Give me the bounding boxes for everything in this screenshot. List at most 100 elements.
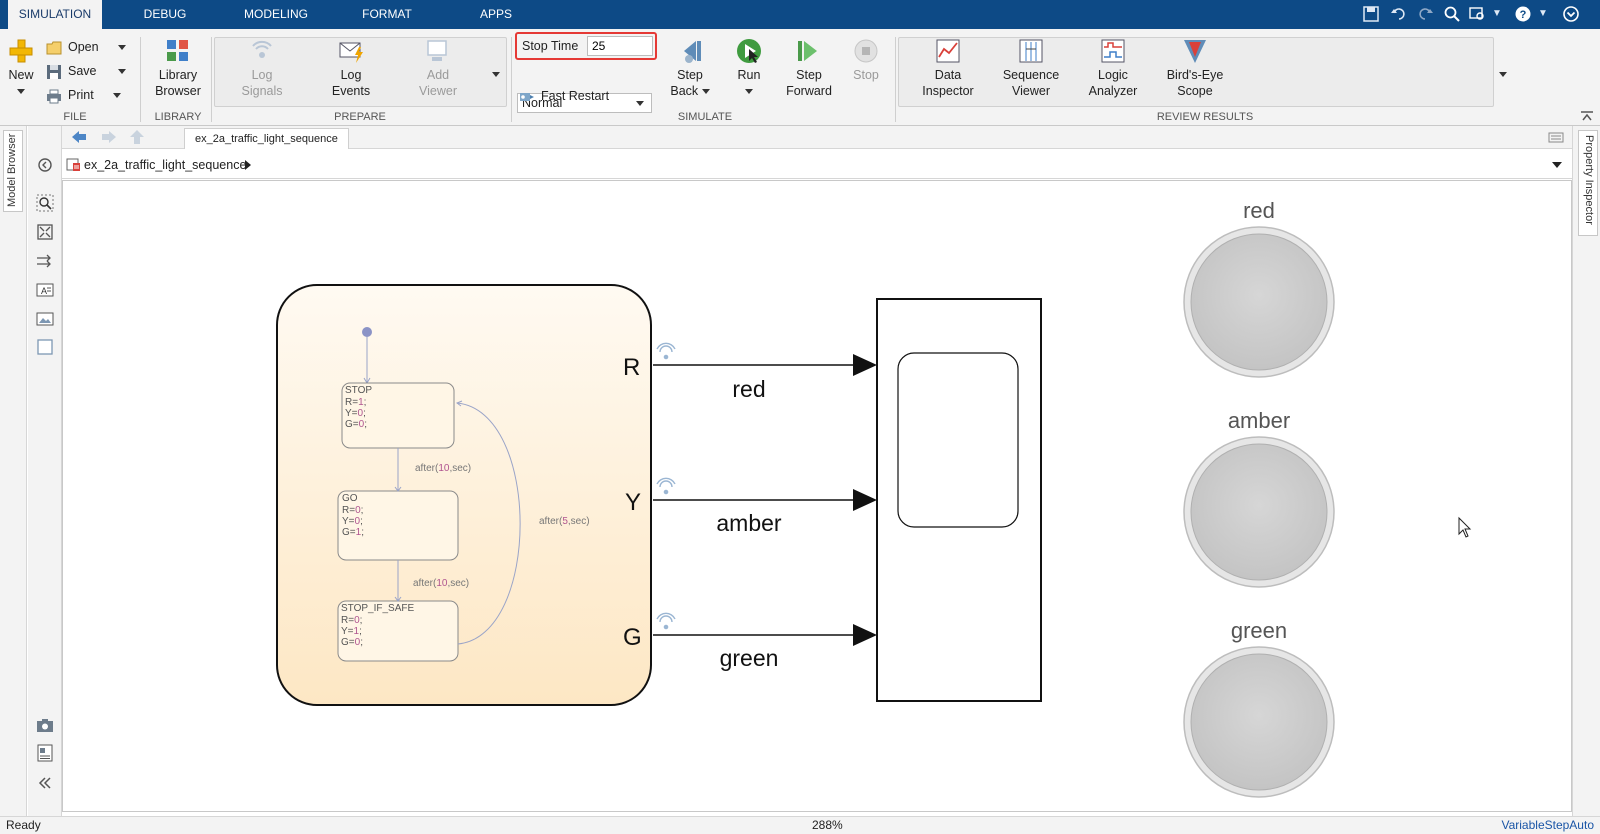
zoom-icon[interactable]	[36, 194, 54, 212]
log-events-label-2: Events	[331, 84, 371, 98]
prepare-gallery-expand[interactable]	[492, 67, 500, 81]
area-icon[interactable]	[36, 338, 54, 356]
save-icon[interactable]	[1362, 5, 1380, 23]
step-back-label-2: Back	[670, 84, 699, 98]
birds-eye-scope-button[interactable]: Bird's-Eye Scope	[1160, 37, 1230, 99]
svg-text:Y=0;: Y=0;	[345, 408, 366, 419]
svg-text:R=0;: R=0;	[341, 615, 362, 626]
lamp-label-amber: amber	[1228, 408, 1290, 433]
stop-button[interactable]: Stop	[848, 37, 884, 83]
status-text: Ready	[6, 818, 41, 832]
add-viewer-button[interactable]: Add Viewer	[408, 37, 468, 99]
chevron-down-icon[interactable]	[1552, 162, 1562, 168]
fit-to-view-icon[interactable]	[36, 223, 54, 241]
lamp-red[interactable]: red	[1183, 198, 1335, 378]
signal-line-amber[interactable]: amber	[653, 489, 877, 536]
log-signals-icon	[252, 40, 272, 58]
svg-text:R=0;: R=0;	[342, 505, 363, 516]
model-tab[interactable]: ex_2a_traffic_light_sequence	[184, 128, 349, 149]
sequence-viewer-button[interactable]: Sequence Viewer	[998, 37, 1064, 99]
chevron-down-icon	[118, 45, 127, 51]
signal-label-green: green	[720, 645, 779, 671]
open-label: Open	[68, 40, 99, 54]
open-button[interactable]: Open	[46, 37, 127, 57]
logic-analyzer-button[interactable]: Logic Analyzer	[1082, 37, 1144, 99]
left-panel-strip	[0, 126, 27, 816]
screenshot-icon[interactable]	[36, 716, 54, 734]
property-inspector-tab[interactable]: Property Inspector	[1578, 130, 1598, 236]
new-label: New	[8, 68, 34, 82]
stateflow-chart-block[interactable]: STOP R=1; Y=0; G=0; GO R=0; Y=0; G=1; ST…	[276, 284, 652, 706]
run-button[interactable]: Run	[729, 37, 769, 99]
state-go[interactable]: GO R=0; Y=0; G=1;	[337, 490, 459, 561]
signal-line-green[interactable]: green	[653, 624, 877, 671]
stop-time-label: Stop Time	[522, 39, 579, 53]
model-canvas[interactable]: STOP R=1; Y=0; G=0; GO R=0; Y=0; G=1; ST…	[62, 180, 1572, 812]
data-inspector-label-2: Inspector	[922, 84, 974, 98]
fast-restart-label: Fast Restart	[541, 89, 610, 103]
state-name: STOP_IF_SAFE	[341, 603, 415, 614]
tab-debug[interactable]: DEBUG	[130, 0, 200, 29]
breadcrumb-arrow-icon[interactable]	[244, 160, 252, 170]
redo-icon[interactable]	[1416, 5, 1434, 23]
log-signals-button[interactable]: Log Signals	[232, 37, 292, 99]
logging-badge-icon	[656, 342, 676, 360]
data-inspector-button[interactable]: Data Inspector	[913, 37, 983, 99]
birds-eye-label-2: Scope	[1177, 84, 1213, 98]
collapse-ribbon-icon[interactable]	[1580, 110, 1594, 122]
up-arrow-icon[interactable]	[128, 129, 146, 145]
state-stop[interactable]: STOP R=1; Y=0; G=0;	[341, 382, 455, 449]
collapse-icon[interactable]	[36, 774, 54, 792]
svg-text:after(10,sec): after(10,sec)	[415, 463, 471, 474]
signal-line-red[interactable]: red	[653, 354, 877, 402]
chevron-down-icon[interactable]: ▼	[1534, 5, 1552, 23]
tab-modeling[interactable]: MODELING	[235, 0, 317, 29]
state-stop-if-safe[interactable]: STOP_IF_SAFE R=0; Y=1; G=0;	[337, 600, 459, 662]
add-viewer-label-2: Viewer	[419, 84, 457, 98]
block-diagram: STOP R=1; Y=0; G=0; GO R=0; Y=0; G=1; ST…	[276, 198, 1472, 798]
tab-apps[interactable]: APPS	[468, 0, 524, 29]
step-back-button[interactable]: Step Back	[668, 37, 712, 99]
output-port-y: Y	[625, 489, 641, 516]
solver-link[interactable]: VariableStepAuto	[1501, 817, 1594, 834]
keyboard-icon[interactable]	[1548, 131, 1564, 143]
stop-time-input[interactable]	[587, 36, 653, 56]
tab-simulation[interactable]: SIMULATION	[8, 0, 102, 29]
address-bar: ex_2a_traffic_light_sequence	[62, 151, 1572, 179]
model-browser-tab[interactable]: Model Browser	[3, 130, 23, 212]
review-group-label: REVIEW RESULTS	[1156, 111, 1254, 123]
chevron-down-icon	[113, 93, 122, 99]
traffic-light-subsystem-block[interactable]	[876, 298, 1042, 702]
fast-restart-button[interactable]: Fast Restart	[519, 86, 609, 106]
print-button[interactable]: Print	[46, 85, 122, 105]
report-icon[interactable]	[36, 744, 54, 762]
review-gallery-expand[interactable]	[1499, 67, 1507, 81]
data-inspector-label-1: Data	[934, 68, 962, 82]
undo-icon[interactable]	[1390, 5, 1408, 23]
hide-show-browser-icon[interactable]	[36, 156, 54, 174]
forward-arrow-icon[interactable]	[100, 129, 118, 145]
step-forward-button[interactable]: Step Forward	[784, 37, 834, 99]
find-icon[interactable]	[1468, 5, 1486, 23]
breadcrumb[interactable]: ex_2a_traffic_light_sequence	[84, 158, 246, 172]
svg-text:A: A	[41, 286, 47, 296]
log-events-button[interactable]: Log Events	[321, 37, 381, 99]
viewer-icon	[427, 40, 447, 61]
search-icon[interactable]	[1443, 5, 1461, 23]
svg-text:G=1;: G=1;	[342, 527, 364, 538]
new-button[interactable]: New	[6, 37, 36, 99]
library-group-label: LIBRARY	[154, 111, 202, 123]
library-browser-button[interactable]: Library Browser	[148, 37, 208, 99]
lamp-green[interactable]: green	[1183, 618, 1335, 798]
chevron-down-icon[interactable]: ▼	[1488, 5, 1506, 23]
minimize-ribbon-icon[interactable]	[1562, 5, 1580, 23]
help-icon[interactable]: ?	[1514, 5, 1532, 23]
signal-arrows-icon[interactable]	[36, 252, 54, 270]
lamp-amber[interactable]: amber	[1183, 408, 1335, 588]
print-label: Print	[68, 88, 94, 102]
image-icon[interactable]	[36, 310, 54, 328]
annotation-icon[interactable]: A	[36, 281, 54, 299]
back-arrow-icon[interactable]	[70, 129, 88, 145]
tab-format[interactable]: FORMAT	[350, 0, 424, 29]
save-button[interactable]: Save	[46, 61, 126, 81]
